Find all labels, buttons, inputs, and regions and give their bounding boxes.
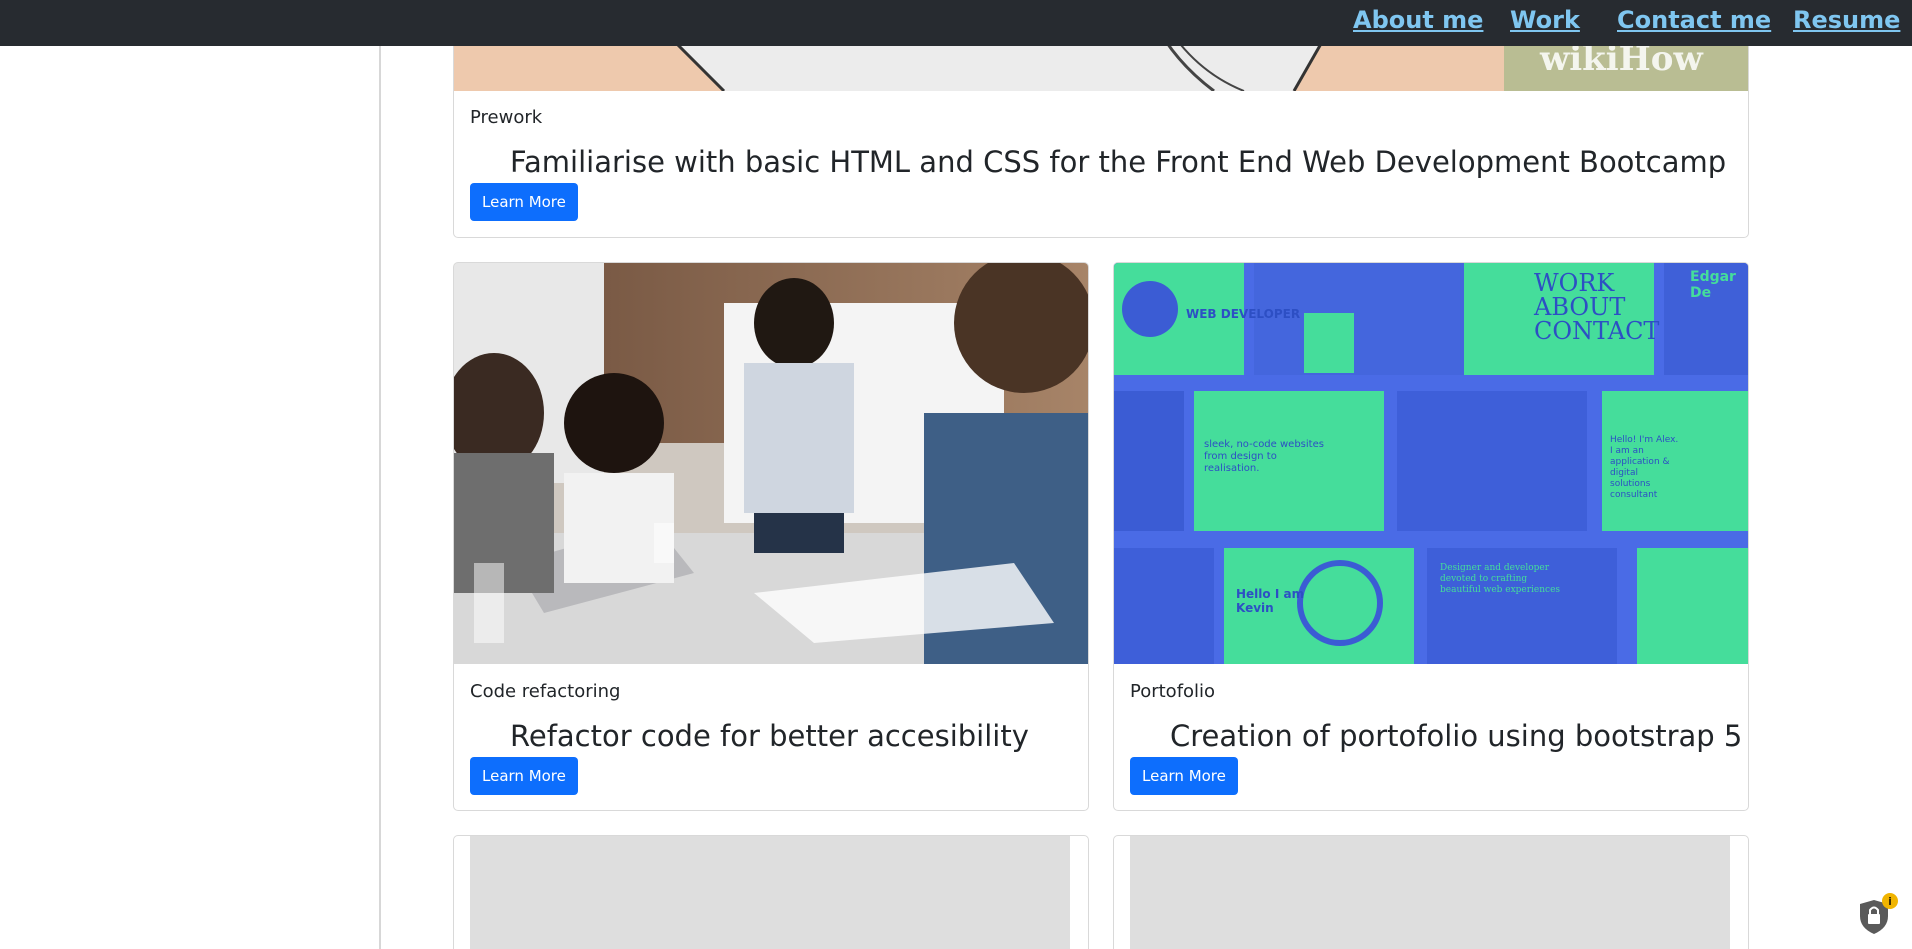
project-card-placeholder — [1113, 835, 1749, 949]
shield-lock-icon[interactable]: i — [1858, 892, 1898, 936]
collage-text-contact: CONTACT — [1534, 317, 1660, 345]
project-card-placeholder — [453, 835, 1089, 949]
card-subtitle: Code refactoring — [470, 681, 621, 702]
project-card-prework: wikiHow Prework Familiarise with basic H… — [453, 20, 1749, 238]
nav-link-work[interactable]: Work — [1510, 6, 1580, 34]
card-image-meeting-photo — [454, 263, 1088, 664]
learn-more-button[interactable]: Learn More — [470, 757, 578, 795]
nav-link-about[interactable]: About me — [1353, 6, 1483, 34]
project-card-refactoring: Code refactoring Refactor code for bette… — [453, 262, 1089, 811]
card-subtitle: Prework — [470, 107, 543, 128]
card-image-placeholder — [470, 836, 1070, 949]
card-title: Familiarise with basic HTML and CSS for … — [510, 145, 1727, 179]
card-title: Refactor code for better accesibility — [510, 719, 1029, 753]
collage-text-designer: Designer and developer devoted to crafti… — [1440, 563, 1561, 595]
card-image-placeholder — [1130, 836, 1730, 949]
learn-more-button[interactable]: Learn More — [1130, 757, 1238, 795]
nav-link-contact[interactable]: Contact me — [1617, 6, 1771, 34]
top-navbar: About me Work Contact me Resume — [0, 0, 1912, 46]
card-title: Creation of portofolio using bootstrap 5 — [1170, 719, 1743, 753]
collage-text-hello-alex: Hello! I'm Alex. I am an application & d… — [1610, 435, 1679, 500]
collage-text-sleek: sleek, no-code websites from design to r… — [1204, 439, 1324, 474]
collage-text-hello-kevin: Hello I am Kevin — [1236, 587, 1305, 615]
project-card-portfolio: WEB DEVELOPER WORK ABOUT CONTACT Edgar D… — [1113, 262, 1749, 811]
collage-text-name: Edgar De — [1690, 269, 1736, 301]
collage-text-dev: WEB DEVELOPER — [1186, 307, 1301, 321]
sidebar-divider — [379, 46, 381, 949]
card-subtitle: Portofolio — [1130, 681, 1216, 702]
learn-more-button[interactable]: Learn More — [470, 183, 578, 221]
card-image-portfolio-collage: WEB DEVELOPER WORK ABOUT CONTACT Edgar D… — [1114, 263, 1748, 664]
nav-link-resume[interactable]: Resume — [1793, 6, 1900, 34]
svg-text:i: i — [1888, 895, 1892, 908]
